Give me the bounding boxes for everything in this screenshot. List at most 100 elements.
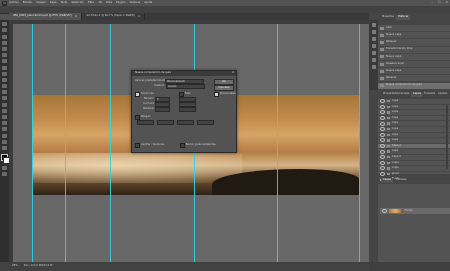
dialog-titlebar[interactable]: Nueva composición de guía ✕ [132, 71, 236, 76]
visibility-eye-icon[interactable] [380, 138, 385, 143]
zoom-level[interactable]: 25% [12, 265, 18, 268]
gradient-tool-icon[interactable] [2, 90, 7, 95]
clone-stamp-tool-icon[interactable] [2, 71, 7, 76]
close-tab-icon[interactable]: × [75, 15, 77, 18]
history-item[interactable]: Nueva capa [378, 32, 450, 40]
tab-history[interactable]: Historia [396, 15, 411, 20]
menu-item[interactable]: Archivo [9, 1, 19, 5]
visibility-eye-icon[interactable] [380, 166, 385, 171]
menu-item[interactable]: Ventana [129, 1, 140, 5]
libraries-panel-icon[interactable] [371, 44, 376, 48]
menu-item[interactable]: Vista [106, 1, 112, 5]
path-selection-tool-icon[interactable] [2, 121, 7, 126]
maximize-button[interactable]: ☐ [438, 0, 441, 4]
paragraph-panel-icon[interactable] [371, 58, 376, 62]
color-swatches[interactable] [0, 153, 10, 164]
rows-checkbox[interactable] [179, 92, 184, 97]
close-button[interactable]: ✕ [445, 0, 448, 4]
history-item[interactable]: Rellenar [378, 39, 450, 47]
menu-item[interactable]: Texto [61, 1, 68, 5]
history-item[interactable]: Abrir [378, 25, 450, 33]
visibility-eye-icon[interactable] [380, 132, 385, 137]
preview-checkbox[interactable] [214, 92, 219, 97]
history-item[interactable]: Transformación libre [378, 47, 450, 54]
more-tools-icon[interactable] [2, 145, 7, 150]
lasso-tool-icon[interactable] [2, 34, 7, 39]
margin-bottom-field[interactable] [177, 120, 194, 126]
layer-row-selected[interactable]: Fondo [380, 208, 450, 214]
quick-selection-tool-icon[interactable] [2, 40, 7, 45]
rows-gutter-field[interactable] [179, 107, 196, 113]
target-select[interactable]: Lienzo [166, 84, 205, 90]
tab-swatches[interactable]: Muestras [380, 15, 396, 20]
columns-gutter-field[interactable] [155, 107, 170, 113]
hand-tool-icon[interactable] [2, 133, 7, 138]
visibility-eye-icon[interactable] [380, 121, 385, 126]
shape-tool-icon[interactable] [2, 127, 7, 132]
visibility-eye-icon[interactable] [380, 99, 385, 104]
tab-channels-bottom[interactable]: Canales [394, 178, 408, 183]
close-tab-icon[interactable]: × [138, 15, 140, 18]
quick-mask-icon[interactable] [2, 166, 7, 171]
guide-line[interactable] [32, 24, 33, 262]
layers-scrollbar[interactable] [446, 105, 448, 169]
menu-item[interactable]: Imagen [36, 1, 46, 5]
history-item[interactable]: Nueva composición de guía [378, 82, 450, 90]
color-panel-icon[interactable] [371, 23, 376, 27]
history-item[interactable]: Deseleccionar [378, 61, 450, 69]
move-tool-icon[interactable] [2, 22, 7, 27]
menu-item[interactable]: Selección [71, 1, 83, 5]
margin-top-field[interactable] [137, 120, 154, 126]
menu-item[interactable]: Ayuda [144, 1, 152, 5]
clear-guides-checkbox[interactable] [180, 143, 185, 148]
dodge-tool-icon[interactable] [2, 102, 7, 107]
visibility-eye-icon[interactable] [380, 144, 385, 149]
menu-item[interactable]: Capa [50, 1, 57, 5]
dialog-close-icon[interactable]: ✕ [232, 71, 234, 75]
history-brush-tool-icon[interactable] [2, 77, 7, 82]
visibility-eye-icon[interactable] [380, 127, 385, 132]
margin-right-field[interactable] [197, 120, 214, 126]
brush-tool-icon[interactable] [2, 65, 7, 70]
guide-line[interactable] [110, 24, 111, 262]
document-tab[interactable]: IMG_0003_panoramica.psd @ 25% (RGB/16*) … [9, 13, 83, 20]
visibility-eye-icon[interactable] [380, 104, 385, 109]
pen-tool-icon[interactable] [2, 108, 7, 113]
tab-adjustments[interactable]: Ajustes [436, 92, 449, 97]
guide-line[interactable] [65, 24, 66, 262]
minimize-button[interactable]: – [431, 0, 433, 4]
visibility-eye-icon[interactable] [380, 160, 385, 165]
menu-item[interactable]: Plugins [116, 1, 125, 5]
adjustments-panel-icon[interactable] [371, 37, 376, 41]
marquee-tool-icon[interactable] [2, 28, 7, 33]
guide-line[interactable] [359, 24, 360, 262]
visibility-eye-icon[interactable] [380, 149, 385, 154]
visibility-eye-icon[interactable] [380, 172, 385, 177]
menu-item[interactable]: 3D [98, 1, 102, 5]
history-item[interactable]: Rellenar [378, 75, 450, 83]
type-tool-icon[interactable] [2, 115, 7, 119]
properties-panel-icon[interactable] [371, 30, 376, 34]
zoom-tool-icon[interactable] [2, 139, 7, 144]
healing-brush-tool-icon[interactable] [2, 59, 7, 64]
visibility-eye-icon[interactable] [380, 110, 385, 115]
margin-left-field[interactable] [157, 120, 174, 126]
eraser-tool-icon[interactable] [2, 84, 7, 89]
history-item[interactable]: Nueva capa [378, 54, 450, 61]
tab-channels[interactable]: Canales [397, 92, 411, 97]
blur-tool-icon[interactable] [2, 96, 7, 101]
photoshop-logo[interactable]: Ps [2, 0, 7, 6]
screen-mode-icon[interactable] [2, 172, 7, 177]
tab-layers-bottom[interactable]: Capas [381, 178, 393, 183]
menu-item[interactable]: Edición [23, 1, 32, 5]
visibility-eye-icon[interactable] [382, 209, 387, 213]
eyedropper-tool-icon[interactable] [2, 53, 7, 58]
visibility-eye-icon[interactable] [380, 155, 385, 160]
brushes-panel-icon[interactable] [371, 51, 376, 55]
columns-checkbox[interactable] [135, 92, 140, 97]
guide-line[interactable] [277, 24, 278, 262]
cancel-button[interactable]: Cancelar [214, 85, 234, 91]
crop-tool-icon[interactable] [2, 46, 7, 51]
character-panel-icon[interactable] [371, 65, 376, 69]
menu-item[interactable]: Filtro [88, 1, 94, 5]
